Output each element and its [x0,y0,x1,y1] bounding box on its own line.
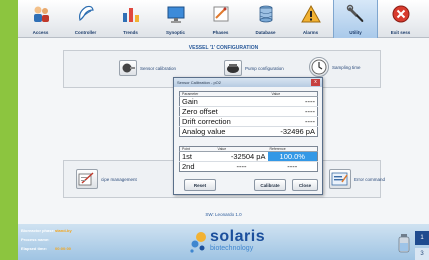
toolbar-synoptic[interactable]: Synoptic [153,0,198,38]
toolbar-label: Alarms [302,30,319,35]
sensor-calibration-label: Sensor calibration [140,65,177,71]
info-value: stand-by [55,228,72,233]
toolbar-phases[interactable]: Phases [198,0,243,38]
error-command-label: Error command [354,176,386,182]
point-name: 1st [179,151,216,162]
info-key: Elapsed time: [21,246,48,251]
param-value: ---- [269,96,318,107]
info-value: 00:00:00 [55,246,72,251]
toolbar-database[interactable]: Database [243,0,288,38]
toolbar-trends[interactable]: Trends [108,0,153,38]
toolbar-alarms[interactable]: Alarms [288,0,333,38]
table-row: Gain ---- [179,96,318,107]
recipe-management-label: cipe management [101,176,137,182]
toolbar-exit[interactable]: Exit sess [378,0,423,38]
parameter-table: Parameter Value Gain ---- Zero offset --… [179,91,318,137]
toolbar-label: Database [255,30,276,35]
point-value: -32504 pA [215,151,268,162]
table-row[interactable]: 1st -32504 pA 100.0% [179,151,318,162]
recipe-management-button[interactable]: cipe management [76,169,137,189]
param-name: Analog value [179,126,270,137]
error-command-icon [329,169,351,189]
trends-icon [120,3,142,25]
sensor-icon [119,60,137,76]
toolbar-label: Access [32,30,49,35]
pump-icon [224,60,242,76]
sampling-time-button[interactable]: Sampling time [309,57,361,77]
point-reference-field[interactable]: 100.0% [267,151,318,162]
elapsed-time-row: Elapsed time: 00:00:00 [21,246,71,251]
table-row: Zero offset ---- [179,106,318,117]
sampling-time-label: Sampling time [332,64,361,70]
toolbar-controller[interactable]: Controller [63,0,108,38]
dialog-close-icon[interactable]: x [311,79,320,86]
param-name: Gain [179,96,270,107]
param-value: -32496 pA [269,126,318,137]
toolbar-label: Controller [74,30,97,35]
info-key: Process name: [21,237,50,242]
software-version: SW: Leonardo 1.0 [205,212,242,217]
table-row: Drift correction ---- [179,116,318,127]
param-name: Zero offset [179,106,270,117]
error-command-button[interactable]: Error command [329,169,385,189]
point-reference-field[interactable]: ---- [267,161,318,172]
controller-icon [75,3,97,25]
logo-subtext: biotechnology [210,245,254,252]
toolbar-label: Phases [212,30,229,35]
dialog-title: Sensor Calibration - pO2 [174,78,322,87]
reset-button[interactable]: Reset [184,179,216,191]
param-name: Drift correction [179,116,270,127]
alarms-icon [300,3,322,25]
recipe-icon [76,169,98,189]
close-button[interactable]: Close [292,179,318,191]
table-row[interactable]: 2nd ---- ---- [179,161,318,172]
toolbar-utility[interactable]: Utility [333,0,378,38]
toolbar-label: Trends [123,30,138,35]
pump-configuration-label: Pump configuration [245,65,284,71]
toolbar-access[interactable]: Access [18,0,63,38]
param-value: ---- [269,116,318,127]
clock-icon [309,57,329,77]
solaris-logo: solaris biotechnology [188,227,298,257]
sensor-calibration-button[interactable]: Sensor calibration [119,60,176,76]
logo-text: solaris [210,228,266,245]
access-icon [30,3,52,25]
calibrate-button[interactable]: Calibrate [254,179,286,191]
vessel-icon [398,234,410,253]
table-row: Analog value -32496 pA [179,126,318,137]
vessel-number-badge[interactable]: 1 [415,231,429,245]
info-key: Bioreactor phase: [21,228,56,233]
utility-icon [345,3,367,25]
logo-dots-icon [190,232,206,253]
synoptic-icon [165,3,187,25]
vessel-number-next[interactable]: 3 [415,248,429,260]
param-value: ---- [269,106,318,117]
point-name: 2nd [179,161,216,172]
main-toolbar: Access Controller Trends Synoptic Phases [18,0,429,38]
phases-icon [210,3,232,25]
calibration-points-table: Point Value Reference 1st -32504 pA 100.… [179,146,318,172]
toolbar-label: Utility [349,30,362,35]
app-screen: Access Controller Trends Synoptic Phases [18,0,429,260]
exit-icon [390,3,412,25]
bioreactor-phase-row: Bioreactor phase:stand-by [21,228,72,233]
point-value: ---- [215,161,268,172]
sensor-calibration-dialog: Sensor Calibration - pO2 x Parameter Val… [173,77,323,195]
toolbar-label: Synoptic [165,30,185,35]
database-icon [255,3,277,25]
process-name-row: Process name: [21,237,55,242]
toolbar-label: Exit sess [390,30,411,35]
pump-configuration-button[interactable]: Pump configuration [224,60,284,76]
